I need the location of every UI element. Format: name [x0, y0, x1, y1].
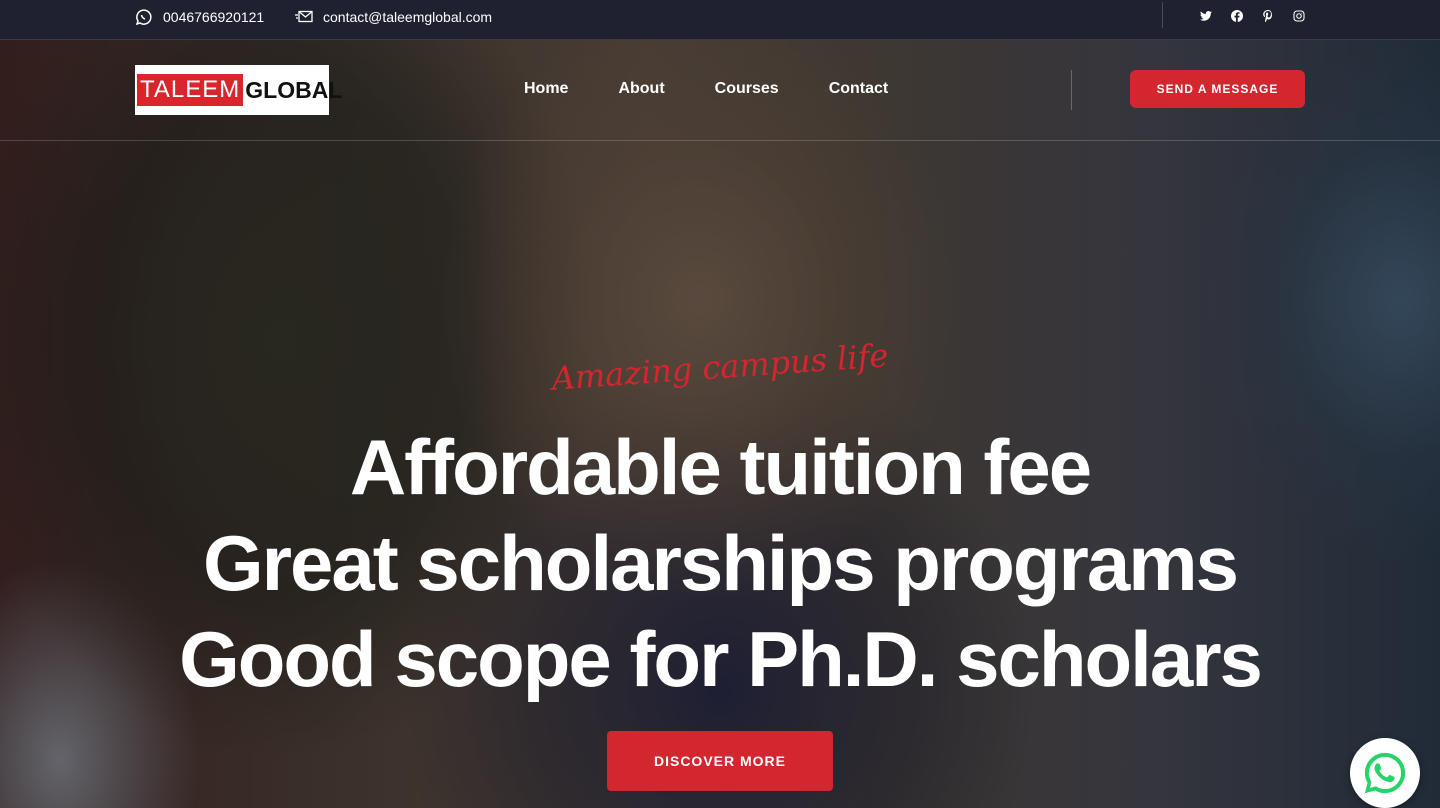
- facebook-icon[interactable]: [1230, 8, 1244, 24]
- whatsapp-icon: [1364, 752, 1406, 794]
- site-logo[interactable]: TALEEM GLOBAL: [135, 65, 342, 115]
- hero-headline-line-3: Good scope for Ph.D. scholars: [179, 615, 1263, 703]
- send-message-button[interactable]: SEND A MESSAGE: [1130, 70, 1305, 108]
- phone-chat-icon: [135, 9, 152, 26]
- email-address[interactable]: contact@taleemglobal.com: [323, 9, 492, 25]
- phone-number[interactable]: 0046766920121: [163, 9, 264, 25]
- top-bar: 0046766920121 contact@taleemglobal.com: [0, 0, 1440, 40]
- hero-headline-line-1: Affordable tuition fee: [349, 423, 1092, 511]
- nav-contact[interactable]: Contact: [829, 80, 889, 98]
- nav-courses[interactable]: Courses: [715, 80, 779, 98]
- email-contact[interactable]: contact@taleemglobal.com: [295, 0, 492, 34]
- nav-home[interactable]: Home: [524, 80, 568, 98]
- header-divider: [0, 140, 1440, 141]
- instagram-icon[interactable]: [1292, 8, 1306, 24]
- hero-headline-line-2: Great scholarships programs: [202, 519, 1239, 607]
- pinterest-icon[interactable]: [1261, 8, 1275, 24]
- nav-divider: [1071, 70, 1072, 110]
- social-links: [1199, 8, 1306, 24]
- whatsapp-chat-button[interactable]: [1350, 738, 1420, 808]
- main-nav: Home About Courses Contact: [524, 80, 938, 98]
- logo-text-global: GLOBAL: [245, 76, 343, 103]
- logo-text-taleem: TALEEM: [137, 74, 244, 106]
- discover-more-button[interactable]: DISCOVER MORE: [607, 731, 833, 791]
- hero-section: TALEEM GLOBAL Home About Courses Contact…: [0, 40, 1440, 808]
- topbar-divider: [1162, 2, 1163, 28]
- nav-about[interactable]: About: [618, 80, 664, 98]
- phone-contact[interactable]: 0046766920121: [135, 0, 264, 34]
- twitter-icon[interactable]: [1199, 8, 1213, 24]
- email-icon: [295, 10, 313, 23]
